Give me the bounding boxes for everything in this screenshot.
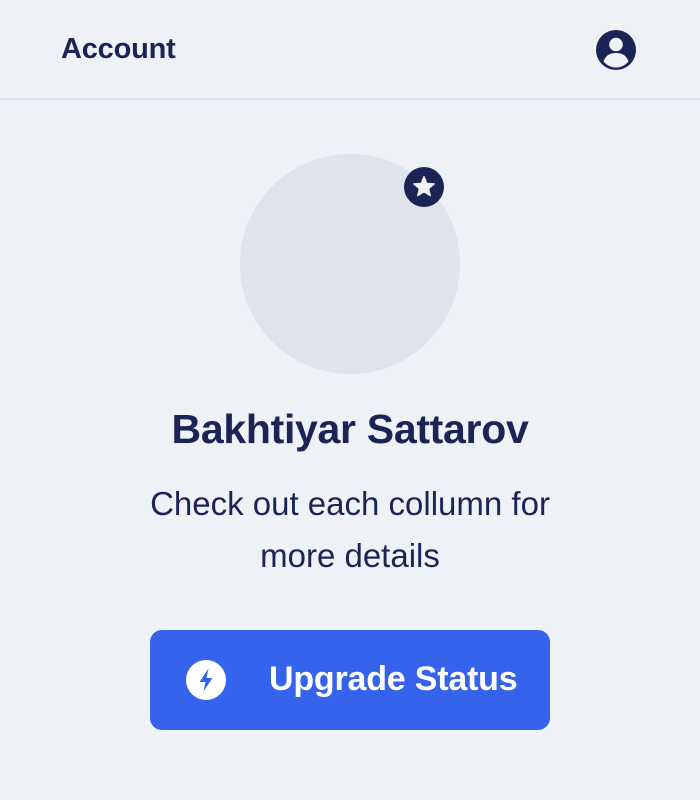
star-badge-icon bbox=[404, 167, 444, 207]
profile-description: Check out each collumn for more details bbox=[150, 485, 550, 574]
header-title: Account bbox=[61, 33, 176, 65]
user-name: Bakhtiyar Sattarov bbox=[171, 406, 529, 452]
account-circle-icon[interactable] bbox=[596, 30, 636, 70]
account-card: Account Bakhtiyar Sattarov Check out eac… bbox=[0, 0, 700, 800]
upgrade-status-button[interactable]: Upgrade Status bbox=[150, 630, 550, 730]
bolt-icon bbox=[186, 660, 226, 700]
header: Account bbox=[0, 0, 700, 100]
upgrade-status-label: Upgrade Status bbox=[269, 660, 518, 698]
